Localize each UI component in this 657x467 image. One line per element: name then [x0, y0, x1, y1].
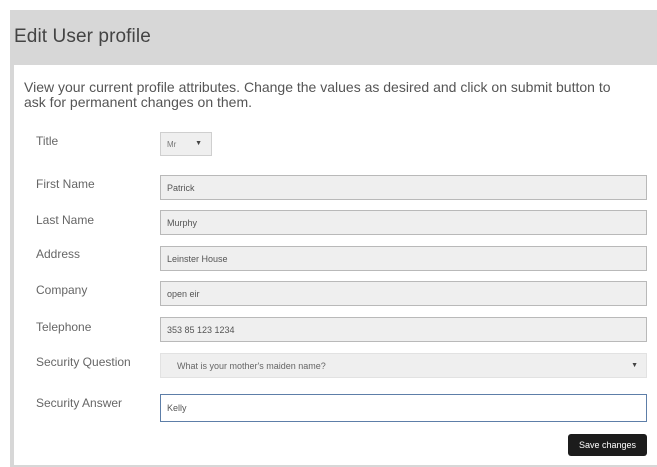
- security-question-select[interactable]: What is your mother's maiden name? ▼: [160, 353, 647, 378]
- edit-profile-panel: Edit User profile View your current prof…: [10, 10, 657, 467]
- security-question-label: Security Question: [36, 355, 131, 369]
- company-field[interactable]: open eir: [160, 281, 647, 306]
- address-label: Address: [36, 247, 81, 261]
- security-answer-field[interactable]: Kelly: [160, 394, 647, 422]
- first-name-field[interactable]: Patrick: [160, 175, 647, 200]
- title-select[interactable]: Mr ▼: [160, 132, 212, 156]
- page-title: Edit User profile: [14, 26, 151, 47]
- caret-down-icon: ▼: [195, 140, 202, 147]
- save-changes-button[interactable]: Save changes: [568, 434, 647, 456]
- first-name-label: First Name: [36, 177, 95, 191]
- intro-text: View your current profile attributes. Ch…: [24, 79, 611, 110]
- title-select-value: Mr: [167, 139, 177, 149]
- security-question-value: What is your mother's maiden name?: [177, 360, 326, 371]
- telephone-label: Telephone: [36, 320, 92, 334]
- last-name-label: Last Name: [36, 213, 95, 227]
- profile-form-card: View your current profile attributes. Ch…: [14, 65, 657, 465]
- telephone-field[interactable]: 353 85 123 1234: [160, 317, 647, 342]
- security-answer-label: Security Answer: [36, 396, 123, 410]
- company-label: Company: [36, 283, 88, 297]
- address-field[interactable]: Leinster House: [160, 246, 647, 271]
- title-label: Title: [36, 134, 59, 148]
- caret-down-icon: ▼: [631, 362, 638, 369]
- last-name-field[interactable]: Murphy: [160, 210, 647, 235]
